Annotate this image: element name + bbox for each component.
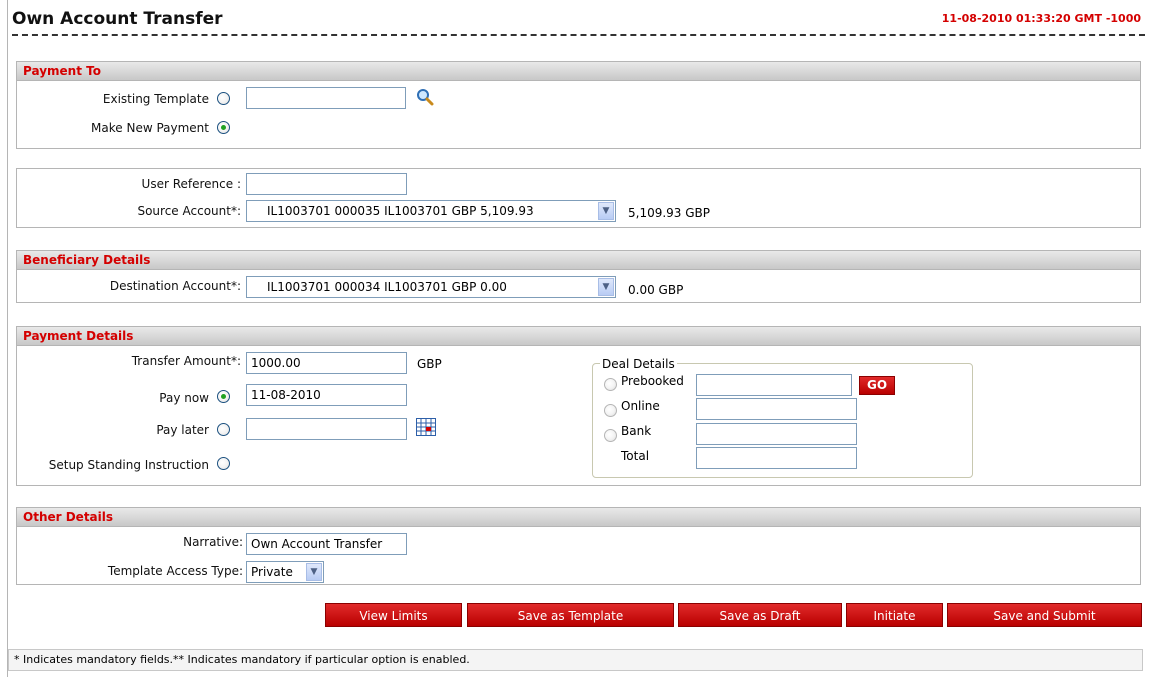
transfer-amount-label: Transfer Amount*: [131,354,241,368]
pay-now-date-input[interactable] [246,384,407,406]
pay-now-label: Pay now [159,391,209,405]
user-reference-label: User Reference : [141,177,241,191]
bank-label: Bank [621,424,652,438]
destination-account-value: IL1003701 000034 IL1003701 GBP 0.00 [267,280,507,294]
search-icon[interactable] [416,88,434,106]
transfer-currency: GBP [417,357,442,371]
destination-account-balance: 0.00 GBP [628,283,684,297]
pay-now-radio[interactable] [217,390,230,403]
online-input[interactable] [696,398,857,420]
chevron-down-icon[interactable]: ▼ [598,202,614,220]
source-account-label: Source Account*: [137,204,241,218]
save-as-template-button[interactable]: Save as Template [467,603,674,627]
chevron-down-icon[interactable]: ▼ [598,278,614,296]
template-access-value: Private [251,565,293,579]
standing-instruction-radio[interactable] [217,457,230,470]
title-divider [12,34,1145,36]
calendar-icon[interactable] [416,418,436,436]
pay-later-radio[interactable] [217,423,230,436]
source-account-select[interactable]: IL1003701 000035 IL1003701 GBP 5,109.93 … [246,200,616,222]
total-input[interactable] [696,447,857,469]
prebooked-input[interactable] [696,374,852,396]
source-account-value: IL1003701 000035 IL1003701 GBP 5,109.93 [267,204,534,218]
prebooked-label: Prebooked [621,374,684,388]
bank-radio[interactable] [604,429,617,442]
narrative-label: Narrative: [183,535,243,549]
payment-details-heading: Payment Details [17,327,1140,346]
existing-template-radio[interactable] [217,92,230,105]
online-radio[interactable] [604,404,617,417]
destination-account-select[interactable]: IL1003701 000034 IL1003701 GBP 0.00 ▼ [246,276,616,298]
initiate-button[interactable]: Initiate [846,603,943,627]
save-and-submit-button[interactable]: Save and Submit [947,603,1142,627]
standing-instruction-label: Setup Standing Instruction [48,458,209,472]
template-access-select[interactable]: Private ▼ [246,561,324,583]
pay-later-date-input[interactable] [246,418,407,440]
existing-template-input[interactable] [246,87,406,109]
make-new-payment-label: Make New Payment [91,121,209,135]
payment-to-heading: Payment To [17,62,1140,81]
deal-details-legend: Deal Details [600,357,677,371]
total-label: Total [621,449,650,463]
other-details-heading: Other Details [17,508,1140,527]
destination-account-label: Destination Account*: [109,279,241,293]
save-as-draft-button[interactable]: Save as Draft [678,603,842,627]
bank-input[interactable] [696,423,857,445]
chevron-down-icon[interactable]: ▼ [306,563,322,581]
go-button[interactable]: GO [859,376,895,395]
transfer-amount-input[interactable] [246,352,407,374]
server-datetime: 11-08-2010 01:33:20 GMT -1000 [941,12,1141,25]
view-limits-button[interactable]: View Limits [325,603,462,627]
narrative-input[interactable] [246,533,407,555]
template-access-label: Template Access Type: [107,564,243,578]
prebooked-radio[interactable] [604,378,617,391]
pay-later-label: Pay later [156,423,209,437]
user-reference-input[interactable] [246,173,407,195]
source-account-balance: 5,109.93 GBP [628,206,711,220]
online-label: Online [621,399,660,413]
make-new-payment-radio[interactable] [217,121,230,134]
existing-template-label: Existing Template [102,92,209,106]
footer-note: * Indicates mandatory fields.** Indicate… [8,649,1143,671]
page-title: Own Account Transfer [12,9,223,29]
beneficiary-heading: Beneficiary Details [17,251,1140,270]
